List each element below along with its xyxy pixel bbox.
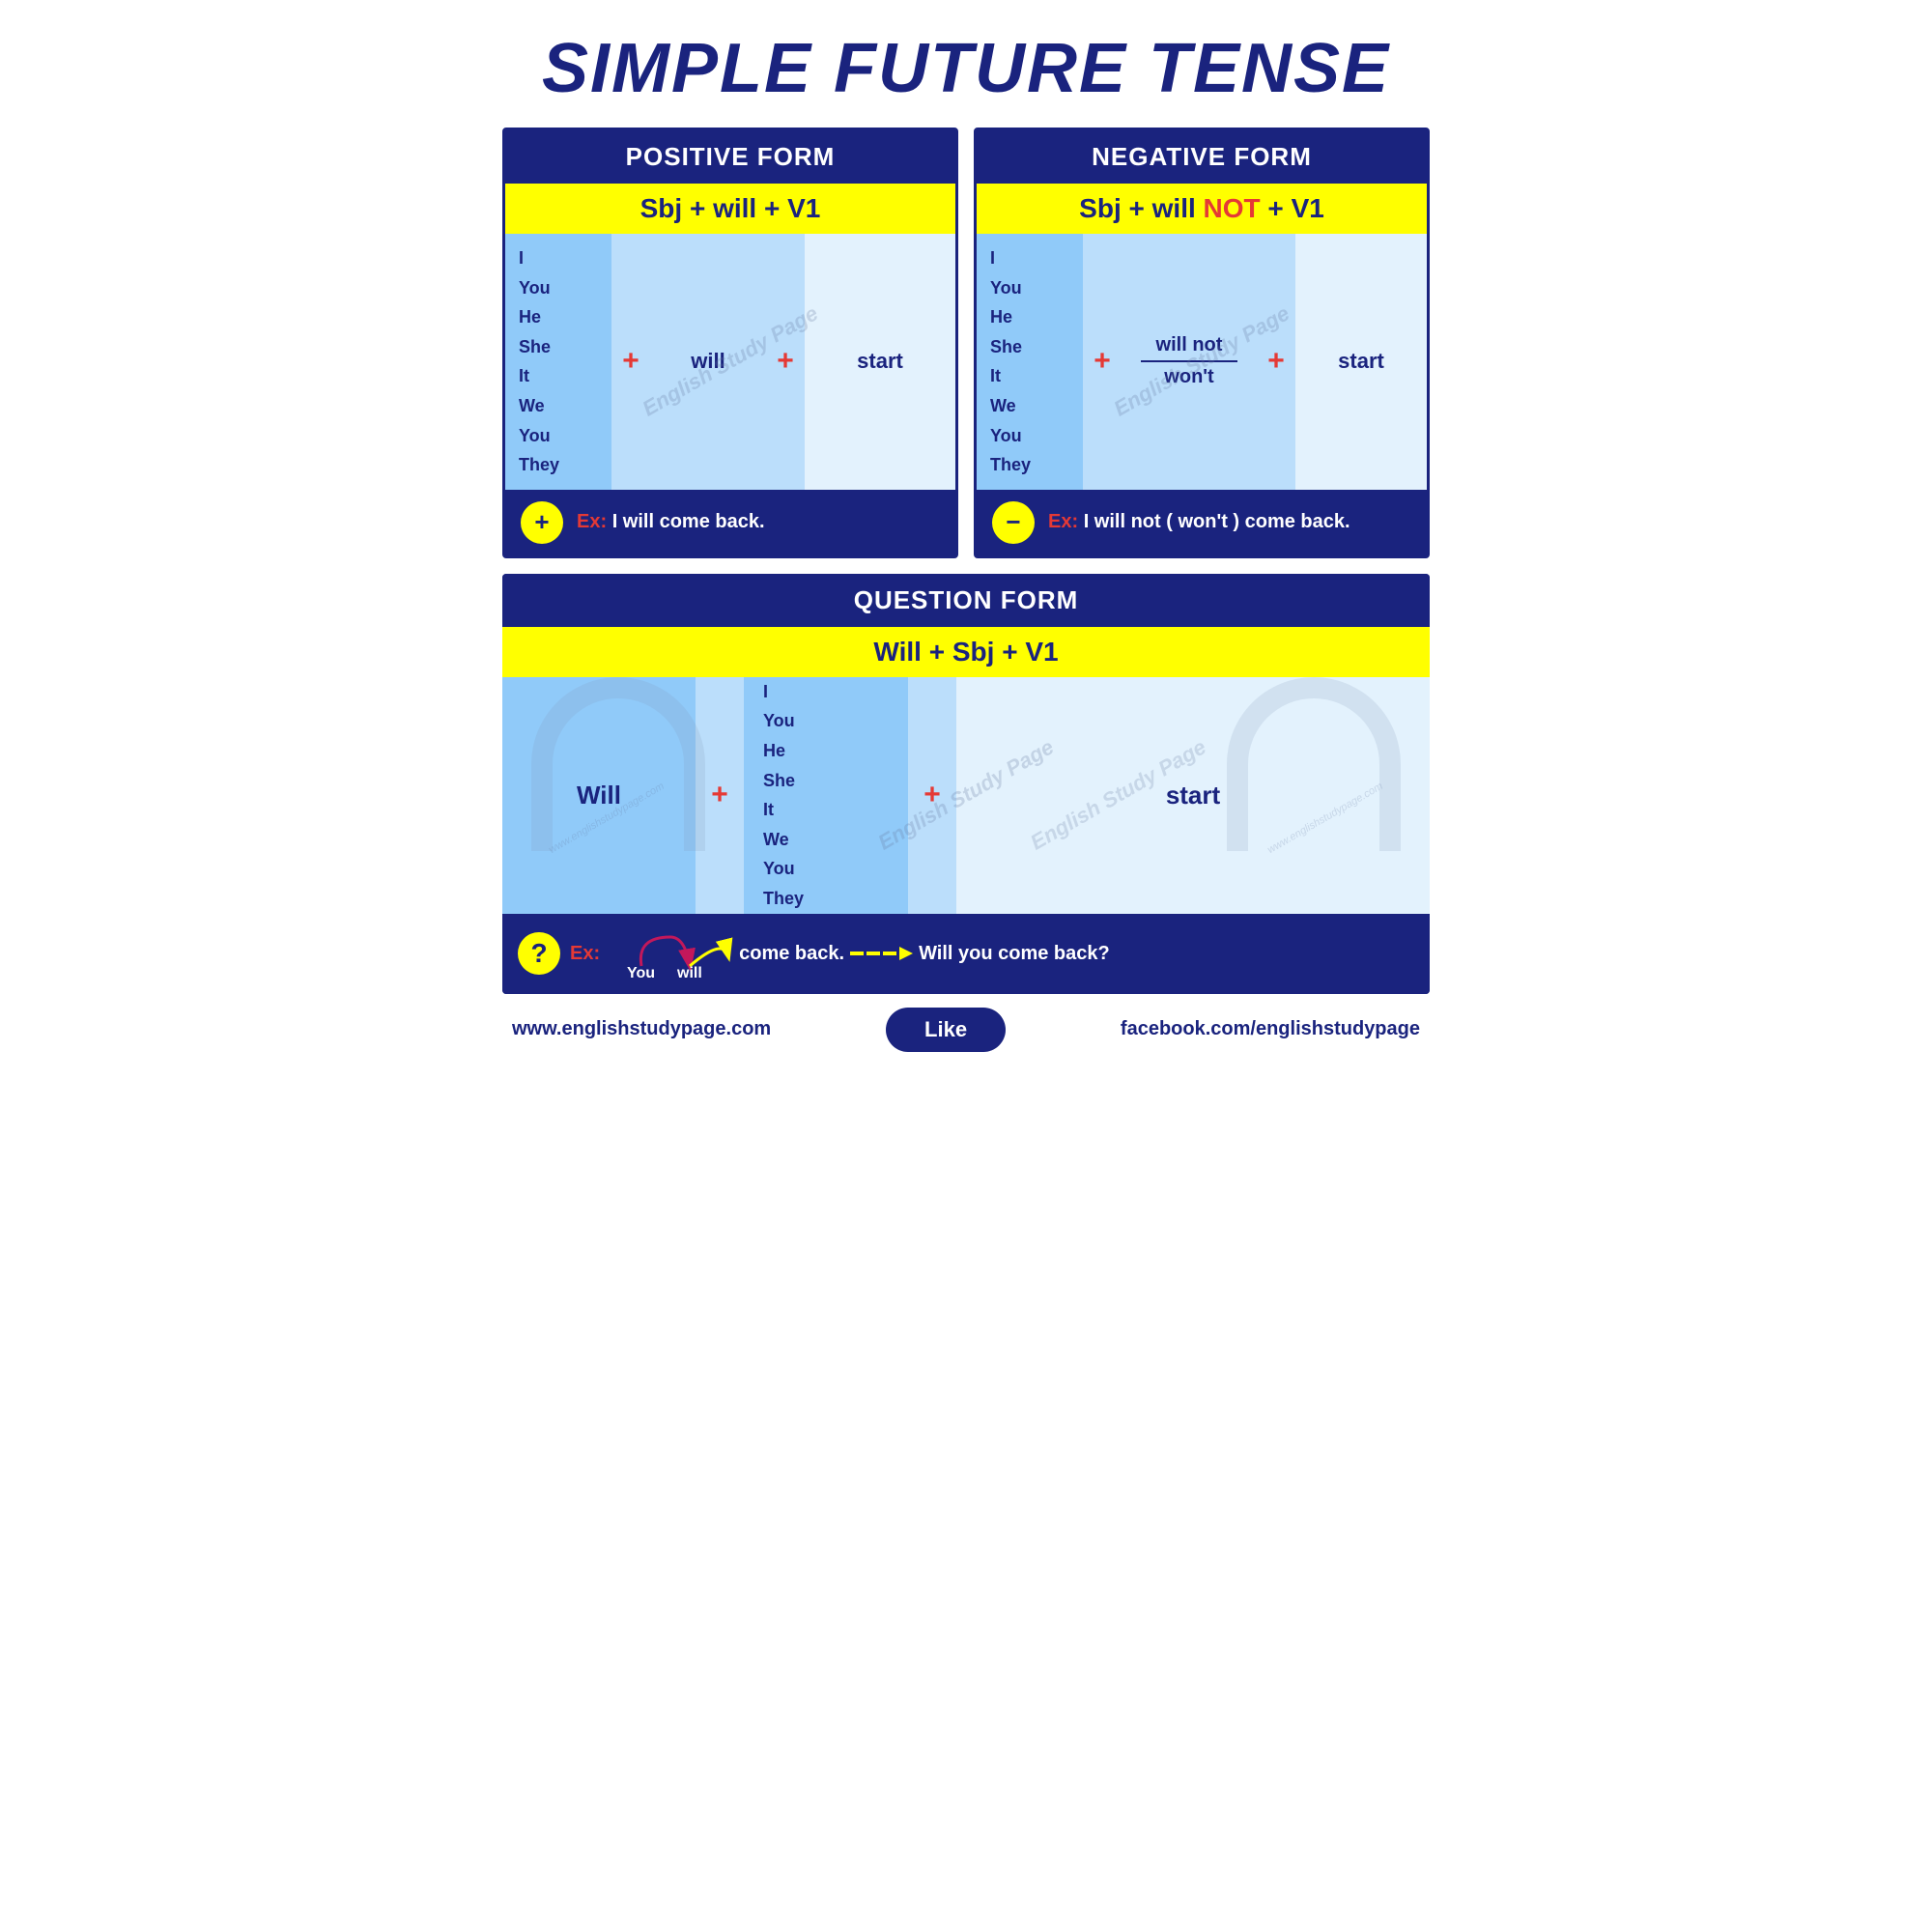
positive-plus1: + xyxy=(611,234,650,490)
positive-header: POSITIVE FORM xyxy=(505,130,955,184)
negative-section: NEGATIVE FORM Sbj + will NOT + V1 I You … xyxy=(974,128,1430,558)
negative-formula-base: Sbj + will xyxy=(1079,193,1203,223)
positive-example-bar: + Ex: I will come back. xyxy=(505,490,955,555)
question-arrow-diagram: You will come back. Will you come back? xyxy=(617,927,1110,980)
question-example-icon: ? xyxy=(518,932,560,975)
positive-ex-label: Ex: xyxy=(577,511,607,532)
negative-formula: Sbj + will NOT + V1 xyxy=(977,184,1427,234)
question-result-text: Will you come back? xyxy=(919,943,1110,965)
negative-will-not-top: will not xyxy=(1156,334,1223,356)
positive-subjects: I You He She It We You They xyxy=(505,234,611,490)
svg-text:will: will xyxy=(676,965,702,980)
negative-plus1: + xyxy=(1083,234,1122,490)
question-subjects: I You He She It We You They xyxy=(744,677,908,914)
negative-subjects: I You He She It We You They xyxy=(977,234,1083,490)
positive-will: will xyxy=(650,234,766,490)
negative-will-not-bottom: won't xyxy=(1164,366,1213,388)
like-button[interactable]: Like xyxy=(886,1008,1006,1052)
footer-left: www.englishstudypage.com xyxy=(512,1018,771,1040)
negative-formula-end: + V1 xyxy=(1261,193,1324,223)
negative-verb: start xyxy=(1295,234,1427,490)
positive-formula: Sbj + will + V1 xyxy=(505,184,955,234)
positive-example-icon: + xyxy=(521,501,563,544)
question-ex-label: Ex: xyxy=(570,943,600,965)
negative-ex-sentence: I will not ( won't ) come back. xyxy=(1084,511,1350,532)
curved-arrows-group: You will xyxy=(617,927,733,980)
footer-right: facebook.com/englishstudypage xyxy=(1121,1018,1420,1040)
question-will: Will xyxy=(502,677,696,914)
negative-example-text: Ex: I will not ( won't ) come back. xyxy=(1048,511,1350,533)
negative-example-icon: − xyxy=(992,501,1035,544)
negative-ex-label: Ex: xyxy=(1048,511,1078,532)
positive-section: POSITIVE FORM Sbj + will + V1 I You He S… xyxy=(502,128,958,558)
question-section: QUESTION FORM Will + Sbj + V1 www.englis… xyxy=(502,574,1430,994)
positive-verb: start xyxy=(805,234,955,490)
svg-text:You: You xyxy=(627,965,655,980)
negative-grid: I You He She It We You They + will not w… xyxy=(977,234,1427,490)
main-title: SIMPLE FUTURE TENSE xyxy=(502,19,1430,128)
question-come-back: come back. xyxy=(739,943,844,965)
positive-plus2: + xyxy=(766,234,805,490)
negative-will-not-line xyxy=(1141,360,1237,362)
positive-example-text: Ex: I will come back. xyxy=(577,511,765,533)
dashed-arrow xyxy=(850,947,913,960)
curved-arrows-svg: You will xyxy=(617,927,733,980)
positive-ex-sentence: I will come back. xyxy=(612,511,765,532)
negative-header: NEGATIVE FORM xyxy=(977,130,1427,184)
question-verb: start xyxy=(956,677,1430,914)
question-plus2: + xyxy=(908,677,956,914)
question-header: QUESTION FORM xyxy=(502,574,1430,627)
footer: www.englishstudypage.com Like facebook.c… xyxy=(502,994,1430,1056)
negative-plus2: + xyxy=(1257,234,1295,490)
arrow-head-icon xyxy=(899,947,913,960)
negative-formula-not: NOT xyxy=(1204,193,1261,223)
negative-will-not-stack: will not won't xyxy=(1141,334,1237,388)
positive-grid: I You He She It We You They + will + sta… xyxy=(505,234,955,490)
question-example-bar: ? Ex: xyxy=(502,914,1430,994)
question-formula: Will + Sbj + V1 xyxy=(502,627,1430,677)
question-plus1: + xyxy=(696,677,744,914)
negative-will-not: will not won't xyxy=(1122,234,1257,490)
negative-example-bar: − Ex: I will not ( won't ) come back. xyxy=(977,490,1427,555)
question-grid: www.englishstudypage.com www.englishstud… xyxy=(502,677,1430,914)
